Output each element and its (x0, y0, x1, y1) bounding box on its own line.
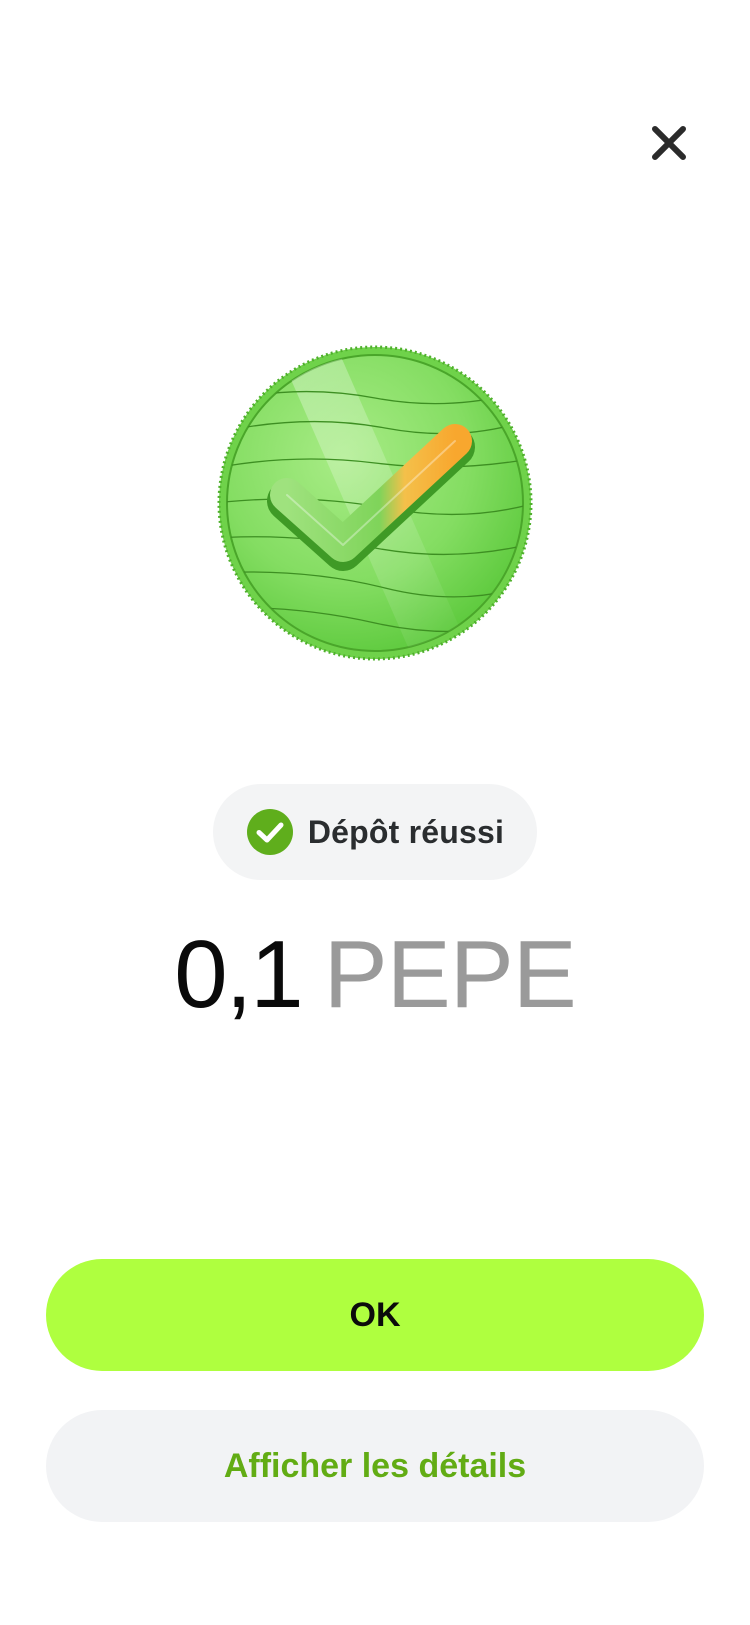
check-circle-icon (246, 809, 293, 855)
green-coin-check-icon (217, 345, 533, 661)
status-label: Dépôt réussi (307, 813, 505, 850)
close-icon (652, 126, 686, 160)
amount-value: 0,1 (174, 921, 303, 1028)
close-button[interactable] (642, 116, 696, 170)
amount-display: 0,1 PEPE (0, 920, 750, 1030)
amount-unit: PEPE (323, 921, 577, 1028)
ok-button[interactable]: OK (46, 1259, 704, 1371)
status-badge: Dépôt réussi (213, 784, 537, 880)
show-details-button[interactable]: Afficher les détails (46, 1410, 704, 1522)
